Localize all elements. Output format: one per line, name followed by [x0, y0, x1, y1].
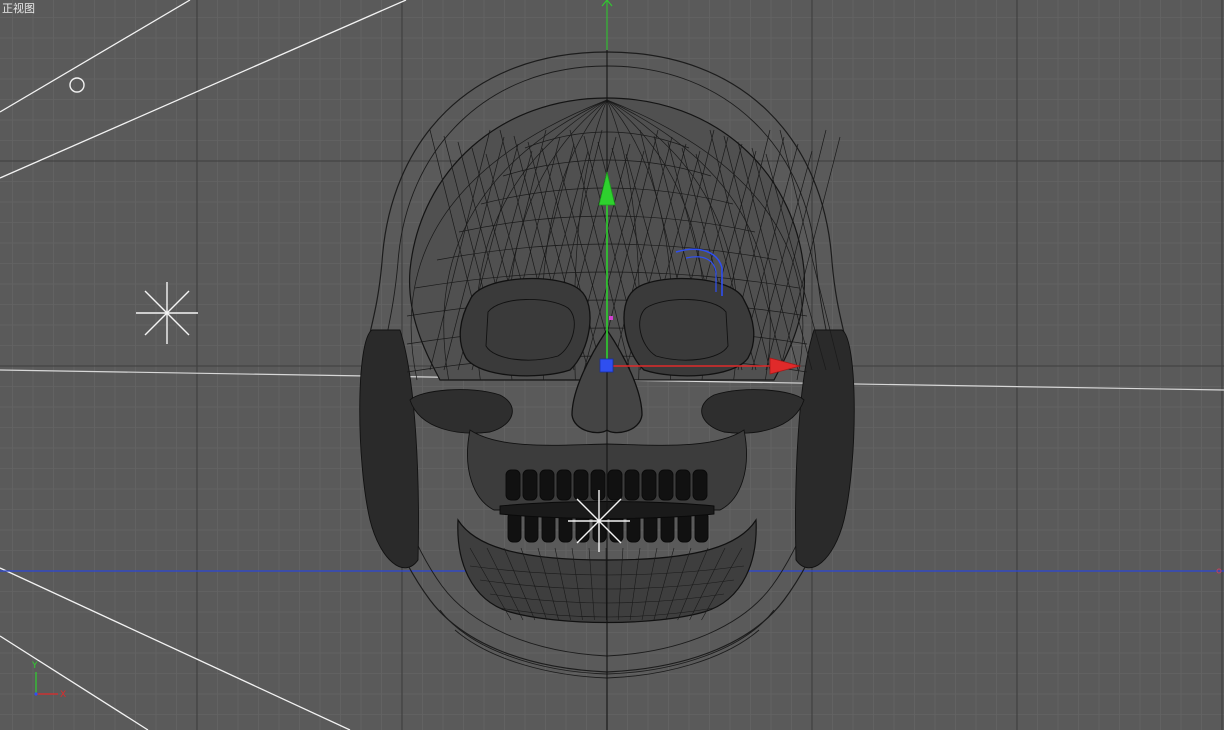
- upper-tooth: [590, 469, 606, 501]
- upper-tooth: [539, 469, 555, 501]
- camera-marker-circle[interactable]: [69, 77, 85, 93]
- left-eye-socket: [459, 277, 591, 377]
- guide-line-top-1: [0, 0, 191, 113]
- upper-tooth: [522, 469, 538, 501]
- guide-line-bottom-1: [0, 567, 351, 730]
- gizmo-center-handle[interactable]: [599, 358, 614, 373]
- guide-line-top-2: [0, 0, 407, 179]
- upper-tooth: [573, 469, 589, 501]
- axis-indicator-x-label: X: [60, 690, 66, 700]
- viewport-label[interactable]: 正视图: [2, 2, 35, 16]
- upper-tooth: [556, 469, 572, 501]
- lower-tooth: [694, 511, 709, 543]
- axis-indicator-y-label: Y: [31, 661, 38, 671]
- front-viewport[interactable]: 正视图 Y X: [0, 0, 1224, 730]
- upper-tooth: [641, 469, 657, 501]
- axis-indicator-origin: [34, 692, 38, 696]
- upper-tooth: [658, 469, 674, 501]
- left-cheekbone: [409, 389, 513, 434]
- upper-tooth: [624, 469, 640, 501]
- right-cheekbone: [701, 389, 805, 434]
- upper-tooth: [675, 469, 691, 501]
- upper-tooth: [505, 469, 521, 501]
- gizmo-pivot-marker: [609, 316, 613, 320]
- lower-tooth: [507, 511, 522, 543]
- omni-light-center[interactable]: [568, 490, 630, 552]
- scene-canvas[interactable]: Y X: [0, 0, 1224, 730]
- omni-light-left[interactable]: [136, 282, 198, 344]
- right-eye-socket: [623, 277, 755, 377]
- upper-tooth: [692, 469, 708, 501]
- upper-tooth: [607, 469, 623, 501]
